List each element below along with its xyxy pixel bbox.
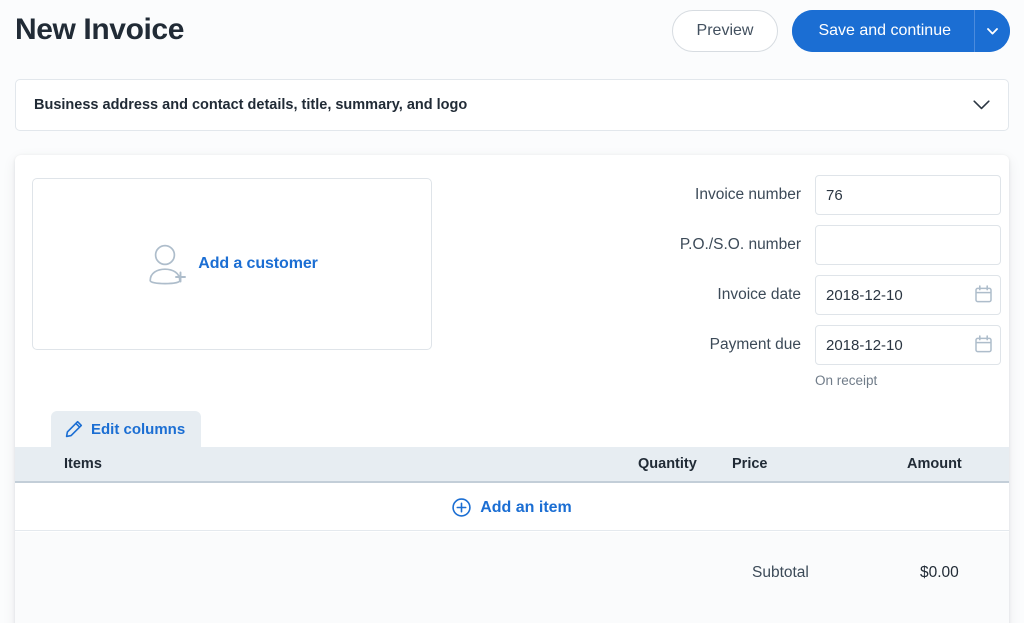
pencil-icon <box>65 420 83 438</box>
edit-columns-label: Edit columns <box>91 420 186 438</box>
person-add-icon <box>149 244 187 285</box>
invoice-number-input[interactable] <box>815 175 1001 215</box>
po-so-number-field-wrap <box>815 225 1001 265</box>
add-customer-label: Add a customer <box>198 255 318 272</box>
header-actions: Preview Save and continue <box>671 10 1010 52</box>
chevron-down-icon <box>973 100 990 110</box>
invoice-number-field-wrap <box>815 175 1001 215</box>
po-so-number-input[interactable] <box>815 225 1001 265</box>
page-header: New Invoice Preview Save and continue <box>0 0 1024 66</box>
payment-due-input[interactable] <box>815 325 1001 365</box>
chevron-down-icon <box>987 27 998 34</box>
column-header-amount: Amount <box>907 456 962 472</box>
payment-due-label: Payment due <box>709 336 801 353</box>
payment-due-helper-text: On receipt <box>815 373 878 388</box>
add-customer-box[interactable]: Add a customer <box>32 178 432 350</box>
add-item-row[interactable]: Add an item <box>15 485 1009 531</box>
save-and-continue-button[interactable]: Save and continue <box>792 10 974 52</box>
subtotal-label: Subtotal <box>752 564 809 581</box>
add-item-label: Add an item <box>480 498 572 516</box>
po-so-number-row: P.O./S.O. number <box>635 225 1001 265</box>
save-dropdown-button[interactable] <box>974 10 1010 52</box>
invoice-number-label: Invoice number <box>695 186 801 203</box>
invoice-date-row: Invoice date <box>635 275 1001 315</box>
payment-due-field-wrap <box>815 325 1001 365</box>
page-title: New Invoice <box>15 13 184 46</box>
preview-button[interactable]: Preview <box>671 10 779 52</box>
subtotal-value: $0.00 <box>920 564 959 581</box>
invoice-number-row: Invoice number <box>635 175 1001 215</box>
plus-circle-icon <box>452 498 471 517</box>
invoice-date-label: Invoice date <box>717 286 801 303</box>
edit-columns-tab[interactable]: Edit columns <box>51 411 202 447</box>
po-so-number-label: P.O./S.O. number <box>679 236 801 253</box>
payment-due-row: Payment due <box>635 325 1001 365</box>
invoice-card: Add a customer Invoice number P.O./S.O. … <box>15 155 1009 623</box>
column-header-price: Price <box>732 456 768 472</box>
invoice-meta-form: Invoice number P.O./S.O. number Invoice … <box>635 175 1001 388</box>
column-header-quantity: Quantity <box>638 456 697 472</box>
business-details-accordion[interactable]: Business address and contact details, ti… <box>15 79 1009 131</box>
invoice-date-field-wrap <box>815 275 1001 315</box>
save-split-button: Save and continue <box>792 10 1010 52</box>
items-table-header: Items Quantity Price Amount <box>15 447 1009 483</box>
invoice-page: New Invoice Preview Save and continue Bu… <box>0 0 1024 623</box>
invoice-date-input[interactable] <box>815 275 1001 315</box>
accordion-label: Business address and contact details, ti… <box>34 97 468 113</box>
table-tab-strip: Edit columns <box>15 411 1009 447</box>
column-header-items: Items <box>64 456 102 472</box>
totals-section: Subtotal $0.00 <box>15 532 1009 623</box>
